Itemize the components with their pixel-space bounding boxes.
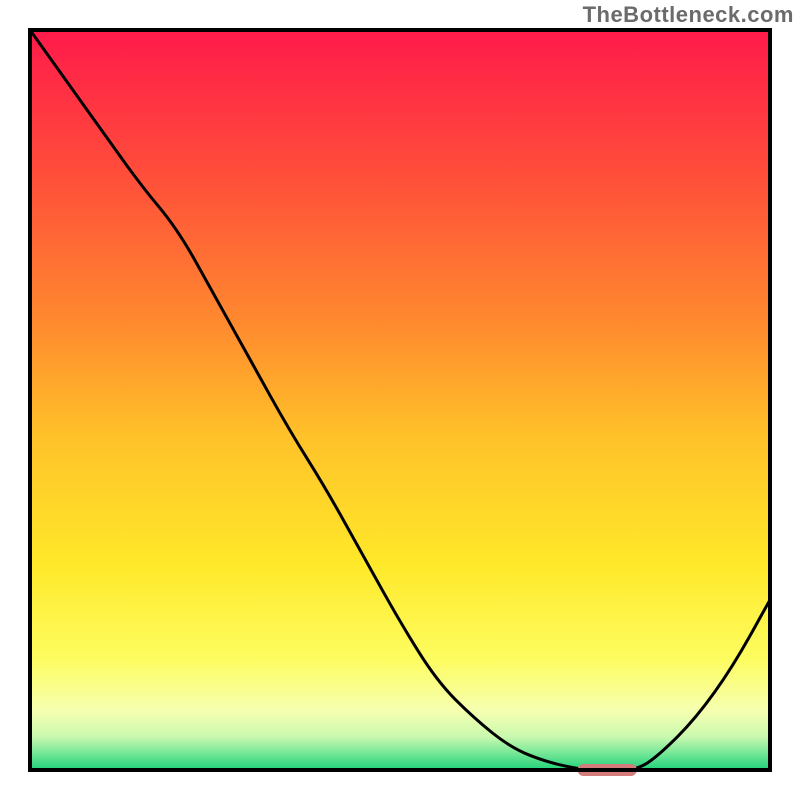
plot-background bbox=[30, 30, 770, 770]
bottleneck-chart bbox=[0, 0, 800, 800]
chart-container: TheBottleneck.com bbox=[0, 0, 800, 800]
